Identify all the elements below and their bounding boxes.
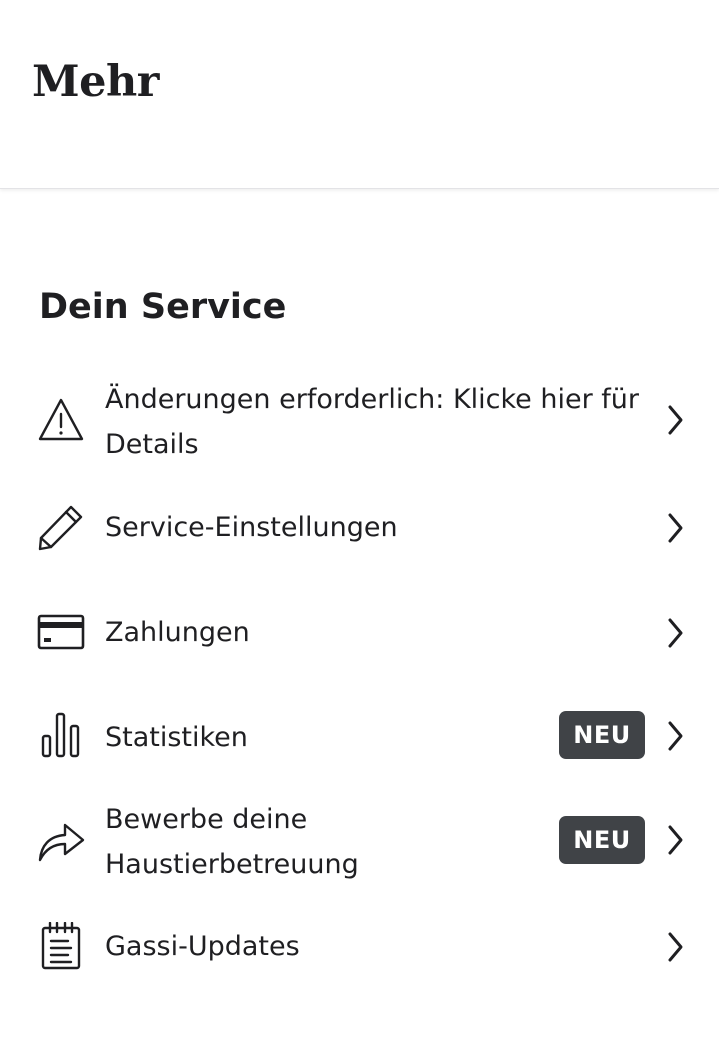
menu-item-label: Gassi-Updates <box>105 931 300 962</box>
header: Mehr <box>0 0 719 189</box>
chevron-right-icon <box>662 616 688 650</box>
new-badge: NEU <box>559 816 645 864</box>
chevron-right-icon <box>662 930 688 964</box>
menu-item-label: Statistiken <box>105 722 248 753</box>
menu-item-service-settings[interactable]: Service-Einstellungen <box>0 503 719 553</box>
warning-icon <box>37 396 85 444</box>
section-title: Dein Service <box>39 287 287 327</box>
notepad-icon <box>37 922 85 970</box>
menu-item-label: Zahlungen <box>105 617 250 648</box>
menu-item-statistics[interactable]: Statistiken NEU <box>0 711 719 761</box>
share-arrow-icon <box>37 816 85 864</box>
menu-item-label: Service-Einstellungen <box>105 512 398 543</box>
chevron-right-icon <box>662 403 688 437</box>
new-badge: NEU <box>559 711 645 759</box>
menu-item-label: Bewerbe deine Haustierbetreuung <box>105 804 359 880</box>
menu-item-walk-updates[interactable]: Gassi-Updates <box>0 922 719 972</box>
bar-chart-icon <box>37 711 85 759</box>
menu-item-promote-pet-care[interactable]: Bewerbe deine Haustierbetreuung NEU <box>0 797 719 887</box>
menu-item-payments[interactable]: Zahlungen <box>0 608 719 658</box>
chevron-right-icon <box>662 823 688 857</box>
chevron-right-icon <box>662 719 688 753</box>
menu-item-label: Änderungen erforderlich: Klicke hier für… <box>105 384 640 460</box>
page-title: Mehr <box>32 57 159 107</box>
chevron-right-icon <box>662 511 688 545</box>
menu-item-changes-required[interactable]: Änderungen erforderlich: Klicke hier für… <box>0 377 719 467</box>
credit-card-icon <box>37 608 85 656</box>
pencil-icon <box>37 503 85 551</box>
